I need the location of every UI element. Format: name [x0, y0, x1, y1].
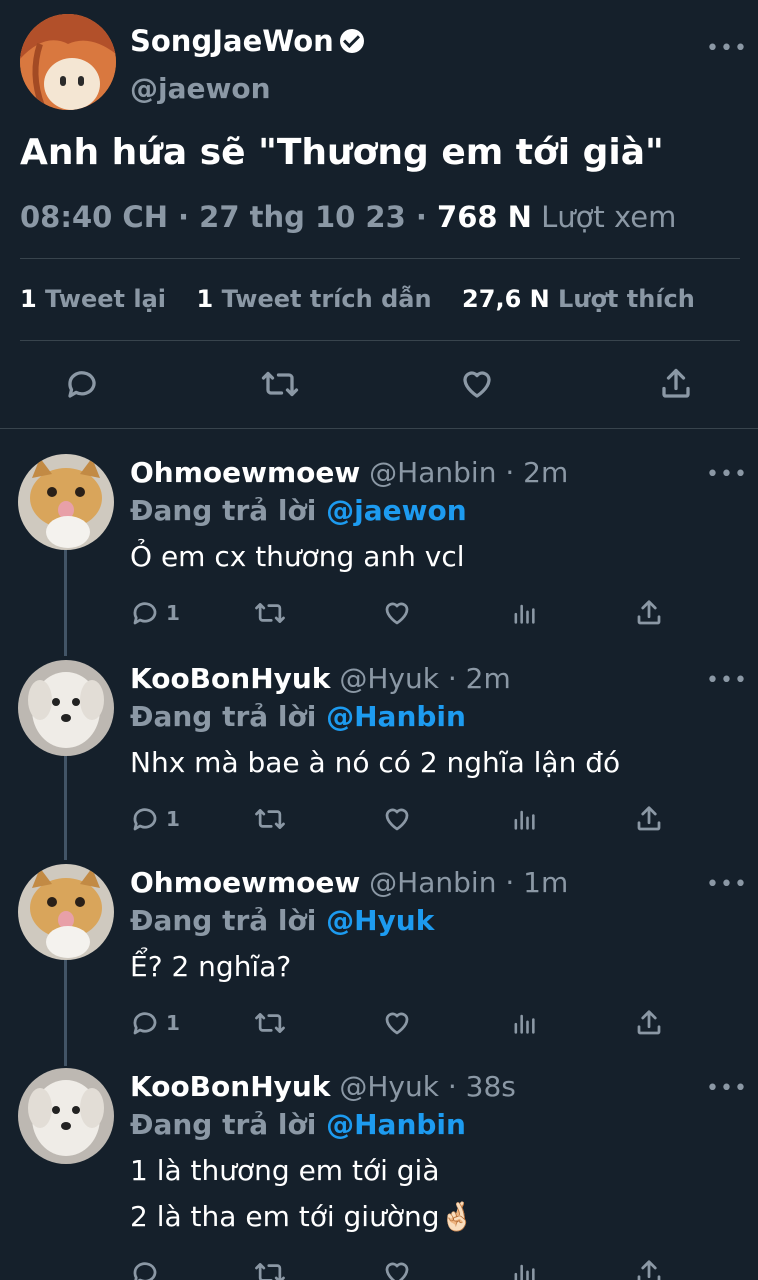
reply-action-bar: 1 [130, 1008, 730, 1038]
reply-author-name[interactable]: KooBonHyuk [130, 1070, 330, 1103]
share-icon[interactable] [658, 366, 694, 402]
reply-header: Ohmoewmoew @Hanbin · 1m [130, 866, 568, 899]
reply-count: 1 [166, 1011, 180, 1035]
heart-icon[interactable] [382, 804, 412, 834]
replying-to: Đang trả lời @jaewon [130, 494, 467, 527]
reply-action-bar: 1 [130, 804, 730, 834]
reply-header: KooBonHyuk @Hyuk · 38s [130, 1070, 516, 1103]
heart-icon[interactable] [382, 1008, 412, 1038]
quotes-stat[interactable]: 1 Tweet trích dẫn [197, 285, 432, 313]
reply-handle-time[interactable]: @Hanbin · 2m [360, 456, 568, 489]
analytics-icon[interactable] [510, 1258, 538, 1280]
tweet-timestamp[interactable]: 08:40 CH · 27 thg 10 23 · [20, 200, 437, 234]
reply-header: Ohmoewmoew @Hanbin · 2m [130, 456, 568, 489]
verified-badge-icon [339, 29, 364, 53]
mention-link[interactable]: @Hanbin [326, 700, 466, 733]
thread-connector [64, 958, 67, 1066]
retweets-stat[interactable]: 1 Tweet lại [20, 285, 166, 313]
analytics-icon[interactable] [510, 1008, 538, 1038]
reply-action-bar [130, 1258, 730, 1280]
reply-avatar[interactable] [18, 864, 114, 960]
reply-text: 1 là thương em tới già 2 là tha em tới g… [130, 1154, 475, 1233]
retweet-icon[interactable] [260, 366, 300, 402]
tweet-text: Anh hứa sẽ "Thương em tới già" [20, 132, 664, 173]
author-handle[interactable]: @jaewon [130, 72, 271, 105]
tweet-meta: 08:40 CH · 27 thg 10 23 · 768 N Lượt xem [20, 200, 676, 234]
reply-header: KooBonHyuk @Hyuk · 2m [130, 662, 511, 695]
author-avatar[interactable] [20, 14, 116, 110]
divider [20, 258, 740, 259]
reply-action-bar: 1 [130, 598, 730, 628]
thread-connector [64, 752, 67, 860]
heart-icon[interactable] [458, 366, 496, 402]
more-options-icon[interactable]: ••• [706, 668, 748, 693]
divider [20, 340, 740, 341]
author-name[interactable]: SongJaeWon [130, 24, 364, 58]
reply-icon[interactable] [130, 1008, 160, 1038]
more-options-icon[interactable]: ••• [706, 36, 748, 61]
analytics-icon[interactable] [510, 598, 538, 628]
divider [0, 428, 758, 429]
mention-link[interactable]: @Hyuk [326, 904, 434, 937]
replying-to: Đang trả lời @Hanbin [130, 1108, 466, 1141]
share-icon[interactable] [634, 598, 664, 628]
reply-count: 1 [166, 601, 180, 625]
views-label: Lượt xem [531, 200, 677, 234]
reply-icon[interactable] [130, 598, 160, 628]
replying-to: Đang trả lời @Hyuk [130, 904, 435, 937]
retweet-icon[interactable] [254, 598, 286, 628]
heart-icon[interactable] [382, 1258, 412, 1280]
reply-handle-time[interactable]: @Hanbin · 1m [360, 866, 568, 899]
reply-avatar[interactable] [18, 660, 114, 756]
replying-to: Đang trả lời @Hanbin [130, 700, 466, 733]
share-icon[interactable] [634, 1008, 664, 1038]
heart-icon[interactable] [382, 598, 412, 628]
more-options-icon[interactable]: ••• [706, 1076, 748, 1101]
retweet-icon[interactable] [254, 1258, 286, 1280]
reply-handle-time[interactable]: @Hyuk · 2m [330, 662, 510, 695]
retweet-icon[interactable] [254, 1008, 286, 1038]
share-icon[interactable] [634, 1258, 664, 1280]
reply-author-name[interactable]: Ohmoewmoew [130, 456, 360, 489]
reply-author-name[interactable]: Ohmoewmoew [130, 866, 360, 899]
mention-link[interactable]: @jaewon [326, 494, 467, 527]
more-options-icon[interactable]: ••• [706, 462, 748, 487]
reply-avatar[interactable] [18, 1068, 114, 1164]
analytics-icon[interactable] [510, 804, 538, 834]
reply-author-name[interactable]: KooBonHyuk [130, 662, 330, 695]
views-count: 768 N [437, 200, 532, 234]
reply-icon[interactable] [64, 366, 100, 402]
reply-text: Ể? 2 nghĩa? [130, 950, 292, 983]
share-icon[interactable] [634, 804, 664, 834]
likes-stat[interactable]: 27,6 N Lượt thích [462, 285, 695, 313]
reply-icon[interactable] [130, 1258, 160, 1280]
reply-text: Nhx mà bae à nó có 2 nghĩa lận đó [130, 746, 621, 779]
reply-handle-time[interactable]: @Hyuk · 38s [330, 1070, 516, 1103]
reply-count: 1 [166, 807, 180, 831]
reply-icon[interactable] [130, 804, 160, 834]
thread-connector [64, 546, 67, 656]
more-options-icon[interactable]: ••• [706, 872, 748, 897]
mention-link[interactable]: @Hanbin [326, 1108, 466, 1141]
reply-text: Ỏ em cx thương anh vcl [130, 540, 465, 573]
retweet-icon[interactable] [254, 804, 286, 834]
reply-avatar[interactable] [18, 454, 114, 550]
tweet-stats: 1 Tweet lại 1 Tweet trích dẫn 27,6 N Lượ… [20, 285, 695, 313]
